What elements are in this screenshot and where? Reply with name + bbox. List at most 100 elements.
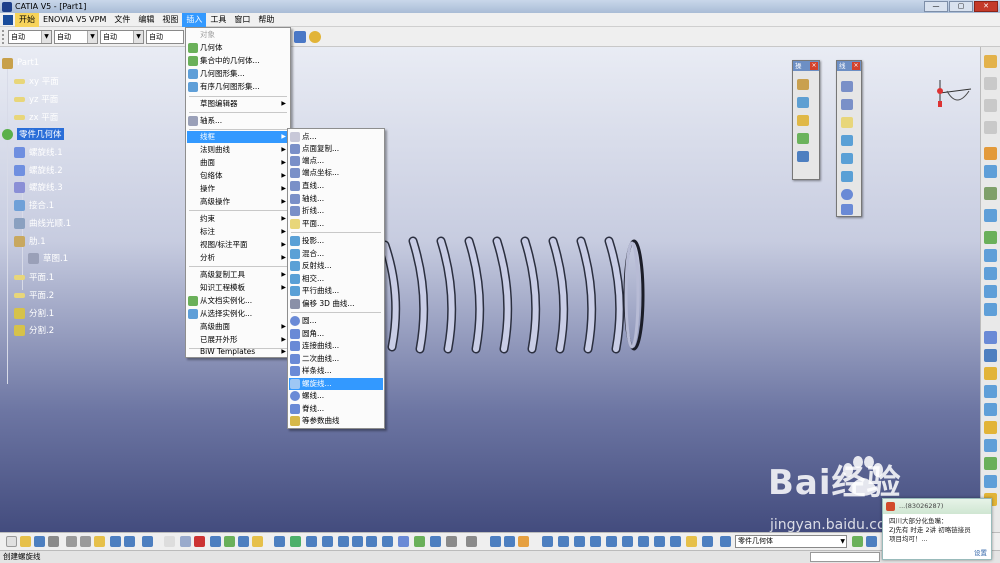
tree-item-plane-1[interactable]: 平面.1 <box>14 270 54 284</box>
hide-show-icon[interactable] <box>414 536 425 547</box>
close-icon[interactable]: × <box>810 62 818 70</box>
split-tool-icon[interactable] <box>797 97 809 108</box>
menu-item-points-and-planes-repetition[interactable]: 点面复制... <box>289 143 383 155</box>
menu-item-reflect-lines[interactable]: 反射线... <box>289 260 383 272</box>
tool-icon[interactable] <box>622 536 633 547</box>
menu-item-biw-templates[interactable]: BiW Templates ▶ <box>187 346 289 358</box>
toolbar-grip[interactable] <box>2 30 7 44</box>
save-icon[interactable] <box>34 536 45 547</box>
menu-item-instantiate-from-selection[interactable]: 从选择实例化... <box>187 308 289 320</box>
menu-item-knowledge-templates[interactable]: 知识工程模板 ▶ <box>187 282 289 294</box>
new-icon[interactable] <box>6 536 17 547</box>
menu-item-parallel-curve[interactable]: 平行曲线... <box>289 285 383 297</box>
tool-icon[interactable] <box>866 536 877 547</box>
tool-icon[interactable] <box>984 187 997 200</box>
tree-item-helix-3[interactable]: 螺旋线.3 <box>14 180 63 194</box>
chevron-down-icon[interactable]: ▼ <box>87 31 97 43</box>
tool-icon[interactable] <box>606 536 617 547</box>
maximize-button[interactable]: ▢ <box>949 1 973 12</box>
menu-item-plane[interactable]: 平面... <box>289 218 383 230</box>
menu-item-projection[interactable]: 投影... <box>289 235 383 247</box>
tool-icon[interactable] <box>670 536 681 547</box>
open-icon[interactable] <box>20 536 31 547</box>
copy-icon[interactable] <box>80 536 91 547</box>
menu-item-line[interactable]: 直线... <box>289 180 383 192</box>
tool-icon[interactable] <box>686 536 697 547</box>
point-tool-icon[interactable] <box>841 81 853 92</box>
color-combo[interactable]: 自动 ▼ <box>8 30 52 44</box>
intersection-tool-icon[interactable] <box>841 153 853 164</box>
tool-icon[interactable] <box>590 536 601 547</box>
translate-tool-icon[interactable] <box>797 151 809 162</box>
tool-icon[interactable] <box>252 536 263 547</box>
operations-toolbar[interactable]: 操 × <box>792 60 820 180</box>
menu-item-sketcher[interactable]: 草图编辑器 ▶ <box>187 98 289 110</box>
tool-icon[interactable] <box>984 331 997 344</box>
menu-item-point[interactable]: 点... <box>289 131 383 143</box>
tool-icon[interactable] <box>984 303 997 316</box>
menu-item-annotations[interactable]: 标注 ▶ <box>187 226 289 238</box>
tool-icon[interactable] <box>466 536 477 547</box>
swap-space-icon[interactable] <box>430 536 441 547</box>
join-tool-icon[interactable] <box>797 79 809 90</box>
tool-icon[interactable] <box>984 285 997 298</box>
menu-edit[interactable]: 编辑 <box>134 13 158 27</box>
tool-icon[interactable] <box>224 536 235 547</box>
chat-settings-link[interactable]: 设置 <box>974 547 987 557</box>
menu-tools[interactable]: 工具 <box>206 13 230 27</box>
tool-icon[interactable] <box>984 367 997 380</box>
tree-item-yz-plane[interactable]: yz 平面 <box>14 92 58 106</box>
menu-item-advanced-operations[interactable]: 高级操作 ▶ <box>187 196 289 208</box>
menu-item-extremum[interactable]: 端点... <box>289 155 383 167</box>
menu-item-connect-curve[interactable]: 连接曲线... <box>289 340 383 352</box>
tool-icon[interactable] <box>984 55 997 68</box>
zoom-out-icon[interactable] <box>352 536 363 547</box>
print-icon[interactable] <box>48 536 59 547</box>
circle-tool-icon[interactable] <box>841 189 853 200</box>
menu-item-advanced-surfaces[interactable]: 高级曲面 ▶ <box>187 321 289 333</box>
menu-item-analysis[interactable]: 分析 ▶ <box>187 252 289 264</box>
tree-item-partbody[interactable]: 零件几何体 <box>2 127 64 141</box>
menu-item-instantiate-from-document[interactable]: 从文档实例化... <box>187 295 289 307</box>
layer-combo[interactable]: 自动 <box>146 30 184 44</box>
tool-icon[interactable] <box>852 536 863 547</box>
menu-file[interactable]: 文件 <box>110 13 134 27</box>
formula-icon[interactable] <box>164 536 175 547</box>
tree-item-xy-plane[interactable]: xy 平面 <box>14 74 59 88</box>
menu-enovia[interactable]: ENOVIA V5 VPM <box>39 13 110 27</box>
tool-icon[interactable] <box>984 385 997 398</box>
paste-icon[interactable] <box>94 536 105 547</box>
tool-icon[interactable] <box>984 231 997 244</box>
tool-icon[interactable] <box>984 121 997 134</box>
menu-view[interactable]: 视图 <box>158 13 182 27</box>
menu-window[interactable]: 窗口 <box>230 13 254 27</box>
tree-item-zx-plane[interactable]: zx 平面 <box>14 110 58 124</box>
chevron-down-icon[interactable]: ▼ <box>133 31 143 43</box>
linetype-combo[interactable]: 自动 ▼ <box>54 30 98 44</box>
tree-item-join-1[interactable]: 接合.1 <box>14 198 54 212</box>
minimize-button[interactable]: — <box>924 1 948 12</box>
menu-item-spline[interactable]: 样条线... <box>289 365 383 377</box>
menu-item-body-in-set[interactable]: 集合中的几何体... <box>187 55 289 67</box>
tool-icon[interactable] <box>984 439 997 452</box>
undo-icon[interactable] <box>110 536 121 547</box>
tree-item-curve-smooth-1[interactable]: 曲线光顺.1 <box>14 216 71 230</box>
menu-help[interactable]: 帮助 <box>254 13 278 27</box>
tool-icon[interactable] <box>984 147 997 160</box>
tool-icon[interactable] <box>984 249 997 262</box>
menu-item-corner[interactable]: 圆角... <box>289 328 383 340</box>
menu-item-volumes[interactable]: 包络体 ▶ <box>187 170 289 182</box>
comment-icon[interactable] <box>180 536 191 547</box>
menu-start[interactable]: 开始 <box>15 12 39 27</box>
cut-icon[interactable] <box>66 536 77 547</box>
tool-icon[interactable] <box>984 349 997 362</box>
tool-icon[interactable] <box>558 536 569 547</box>
command-input[interactable] <box>810 552 880 562</box>
rotate-icon[interactable] <box>322 536 333 547</box>
menu-item-axis[interactable]: 轴线... <box>289 193 383 205</box>
help-icon[interactable] <box>142 536 153 547</box>
tool-icon[interactable] <box>984 475 997 488</box>
paint-icon[interactable] <box>294 31 306 43</box>
menu-item-isoparametric-curve[interactable]: 等参数曲线 <box>289 415 383 427</box>
tool-icon[interactable] <box>542 536 553 547</box>
